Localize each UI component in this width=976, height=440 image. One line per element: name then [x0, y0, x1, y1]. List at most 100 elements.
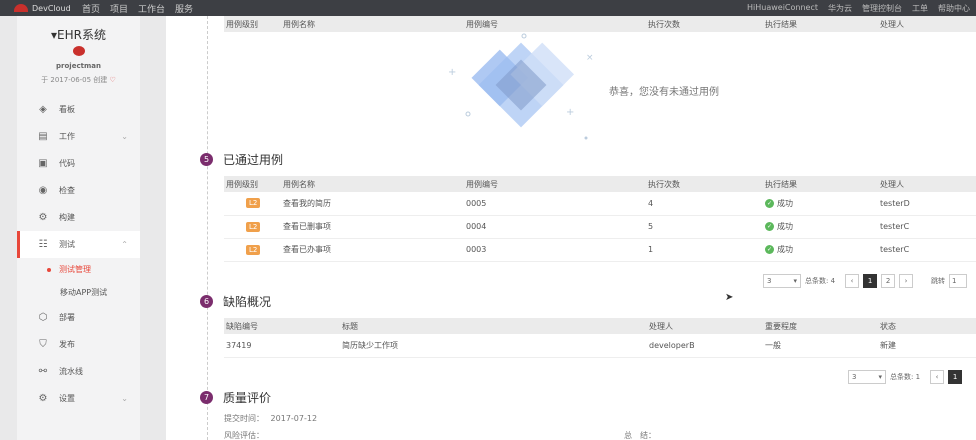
cell-level: L2 [224, 238, 281, 262]
cell-owner: testerC [878, 238, 976, 262]
sidebar-item-check[interactable]: ◉ 检查 [17, 177, 140, 204]
pipeline-icon: ⚯ [38, 366, 48, 377]
mouse-cursor-icon: ➤ [725, 292, 734, 303]
col-count: 执行次数 [646, 176, 763, 192]
sidebar-item-deploy[interactable]: ⬡ 部署 [17, 304, 140, 331]
defects-table: 缺陷编号 标题 处理人 重要程度 状态 37419 简历缺少工作项 develo… [224, 318, 976, 358]
result-text: 成功 [777, 245, 793, 254]
total-count: 总条数: 4 [805, 277, 836, 285]
cell-count: 4 [646, 192, 763, 216]
sidebar-item-label: 工作 [59, 132, 75, 141]
section-defects-title: 6 缺陷概况 [200, 293, 271, 310]
cell-id: 0004 [464, 215, 646, 239]
section-number: 5 [200, 153, 213, 166]
ticket-link[interactable]: 工单 [912, 3, 928, 14]
cell-defect-id[interactable]: 37419 [224, 334, 340, 358]
submit-time-line: 提交时间： 2017-07-12 [224, 413, 317, 424]
user-link[interactable]: HiHuaweiConnect [747, 3, 818, 14]
prev-page-button[interactable]: ‹ [845, 274, 860, 288]
huawei-logo-icon [14, 4, 28, 12]
page-1-button[interactable]: 1 [948, 370, 963, 384]
cell-title[interactable]: 简历缺少工作项 [340, 334, 647, 358]
sidebar-item-label: 部署 [59, 313, 75, 322]
col-owner: 处理人 [878, 16, 976, 32]
col-id: 用例编号 [464, 176, 646, 192]
result-text: 成功 [777, 222, 793, 231]
nav-services[interactable]: 服务 [175, 2, 193, 15]
sidebar-item-release[interactable]: ⛉ 发布 [17, 331, 140, 358]
cell-level: L2 [224, 192, 281, 216]
devcloud-logo[interactable]: DevCloud [0, 4, 82, 13]
top-header: DevCloud 首页 项目 工作台 服务 HiHuaweiConnect 华为… [0, 0, 976, 16]
section-title-text: 已通过用例 [223, 153, 284, 167]
cell-result: ✓ 成功 [763, 215, 878, 239]
passed-pagination: 3 ▾ 总条数: 4 ‹ 1 2 › 跳转 1 [763, 274, 968, 288]
page-size-value: 3 [852, 373, 857, 381]
table-row[interactable]: 37419 简历缺少工作项 developerB 一般 新建 [224, 334, 976, 358]
col-severity: 重要程度 [763, 318, 878, 334]
submit-time-value: 2017-07-12 [270, 414, 318, 423]
cell-result: ✓ 成功 [763, 238, 878, 262]
section-title-text: 缺陷概况 [223, 295, 272, 309]
sidebar-item-code[interactable]: ▣ 代码 [17, 150, 140, 177]
col-status: 状态 [878, 318, 976, 334]
project-card: ▾EHR系统 projectman 于 2017-06-05 创建 ♡ [17, 16, 140, 96]
result-text: 成功 [777, 198, 793, 208]
cell-name[interactable]: 查看已办事项 [281, 238, 464, 262]
sidebar-item-pipeline[interactable]: ⚯ 流水线 [17, 358, 140, 385]
table-row[interactable]: L2 查看已办事项 0003 1 ✓ 成功 testerC [224, 238, 976, 262]
page-size-select[interactable]: 3 ▾ [848, 370, 886, 384]
next-page-button[interactable]: › [899, 274, 914, 288]
sidebar-subitem-mobile-app-test[interactable]: 移动APP测试 [17, 281, 140, 304]
level-badge: L2 [246, 221, 261, 232]
project-name[interactable]: ▾EHR系统 [17, 26, 140, 43]
table-row[interactable]: L2 查看已删事项 0004 5 ✓ 成功 testerC [224, 215, 976, 239]
page-1-button[interactable]: 1 [863, 274, 878, 288]
settings-icon: ⚙ [38, 393, 48, 404]
sidebar-subitem-test-management[interactable]: 测试管理 [17, 258, 140, 281]
check-icon: ◉ [38, 185, 48, 196]
nav-workbench[interactable]: 工作台 [138, 2, 165, 15]
col-level: 用例级别 [224, 176, 281, 192]
chevron-down-icon: ⌄ [121, 394, 128, 403]
gear-icon: ⚙ [38, 212, 48, 223]
section-number: 6 [200, 295, 213, 308]
huawei-logo-icon [72, 46, 85, 56]
sidebar-item-label: 设置 [59, 394, 75, 403]
shield-icon: ⛉ [39, 339, 47, 350]
created-text: 于 2017-06-05 创建 [41, 76, 108, 84]
sidebar-item-build[interactable]: ⚙ 构建 [17, 204, 140, 231]
huaweicloud-link[interactable]: 华为云 [828, 3, 852, 14]
table-row[interactable]: L2 查看我的简历 0005 4 ✓ 成功 testerD [224, 192, 976, 216]
chevron-down-icon: ⌄ [121, 132, 128, 141]
console-link[interactable]: 管理控制台 [862, 3, 902, 14]
chevron-up-icon: ⌃ [121, 240, 128, 249]
sidebar-item-work[interactable]: ▤ 工作 ⌄ [17, 123, 140, 150]
nav-home[interactable]: 首页 [82, 2, 100, 15]
svg-text:+: + [566, 107, 574, 118]
sidebar-item-label: 代码 [59, 159, 75, 168]
nav-projects[interactable]: 项目 [110, 2, 128, 15]
jump-label: 跳转 [931, 277, 946, 285]
main-content: 用例级别 用例名称 用例编号 执行次数 执行结果 处理人 + × + 恭喜，您没… [166, 16, 976, 440]
page-size-select[interactable]: 3 ▾ [763, 274, 801, 288]
help-link[interactable]: 帮助中心 [938, 3, 970, 14]
cell-result: ✓ 成功 [763, 192, 878, 216]
col-defect-id: 缺陷编号 [224, 318, 340, 334]
page-2-button[interactable]: 2 [881, 274, 896, 288]
sidebar-item-dashboard[interactable]: ◈ 看板 [17, 96, 140, 123]
cell-status: 新建 [878, 334, 976, 358]
sidebar-item-settings[interactable]: ⚙ 设置 ⌄ [17, 385, 140, 412]
cell-name[interactable]: 查看我的简历 [281, 192, 464, 216]
cell-name[interactable]: 查看已删事项 [281, 215, 464, 239]
sidebar-subitem-label: 移动APP测试 [60, 288, 108, 297]
sidebar-item-label: 检查 [59, 186, 75, 195]
success-check-icon: ✓ [765, 245, 774, 254]
heart-icon[interactable]: ♡ [110, 76, 116, 84]
col-result: 执行结果 [763, 16, 878, 32]
cell-owner: developerB [647, 334, 763, 358]
svg-text:×: × [586, 53, 594, 63]
sidebar-item-test[interactable]: ☷ 测试 ⌃ [17, 231, 140, 258]
prev-page-button[interactable]: ‹ [930, 370, 945, 384]
jump-input[interactable]: 1 [949, 274, 968, 288]
